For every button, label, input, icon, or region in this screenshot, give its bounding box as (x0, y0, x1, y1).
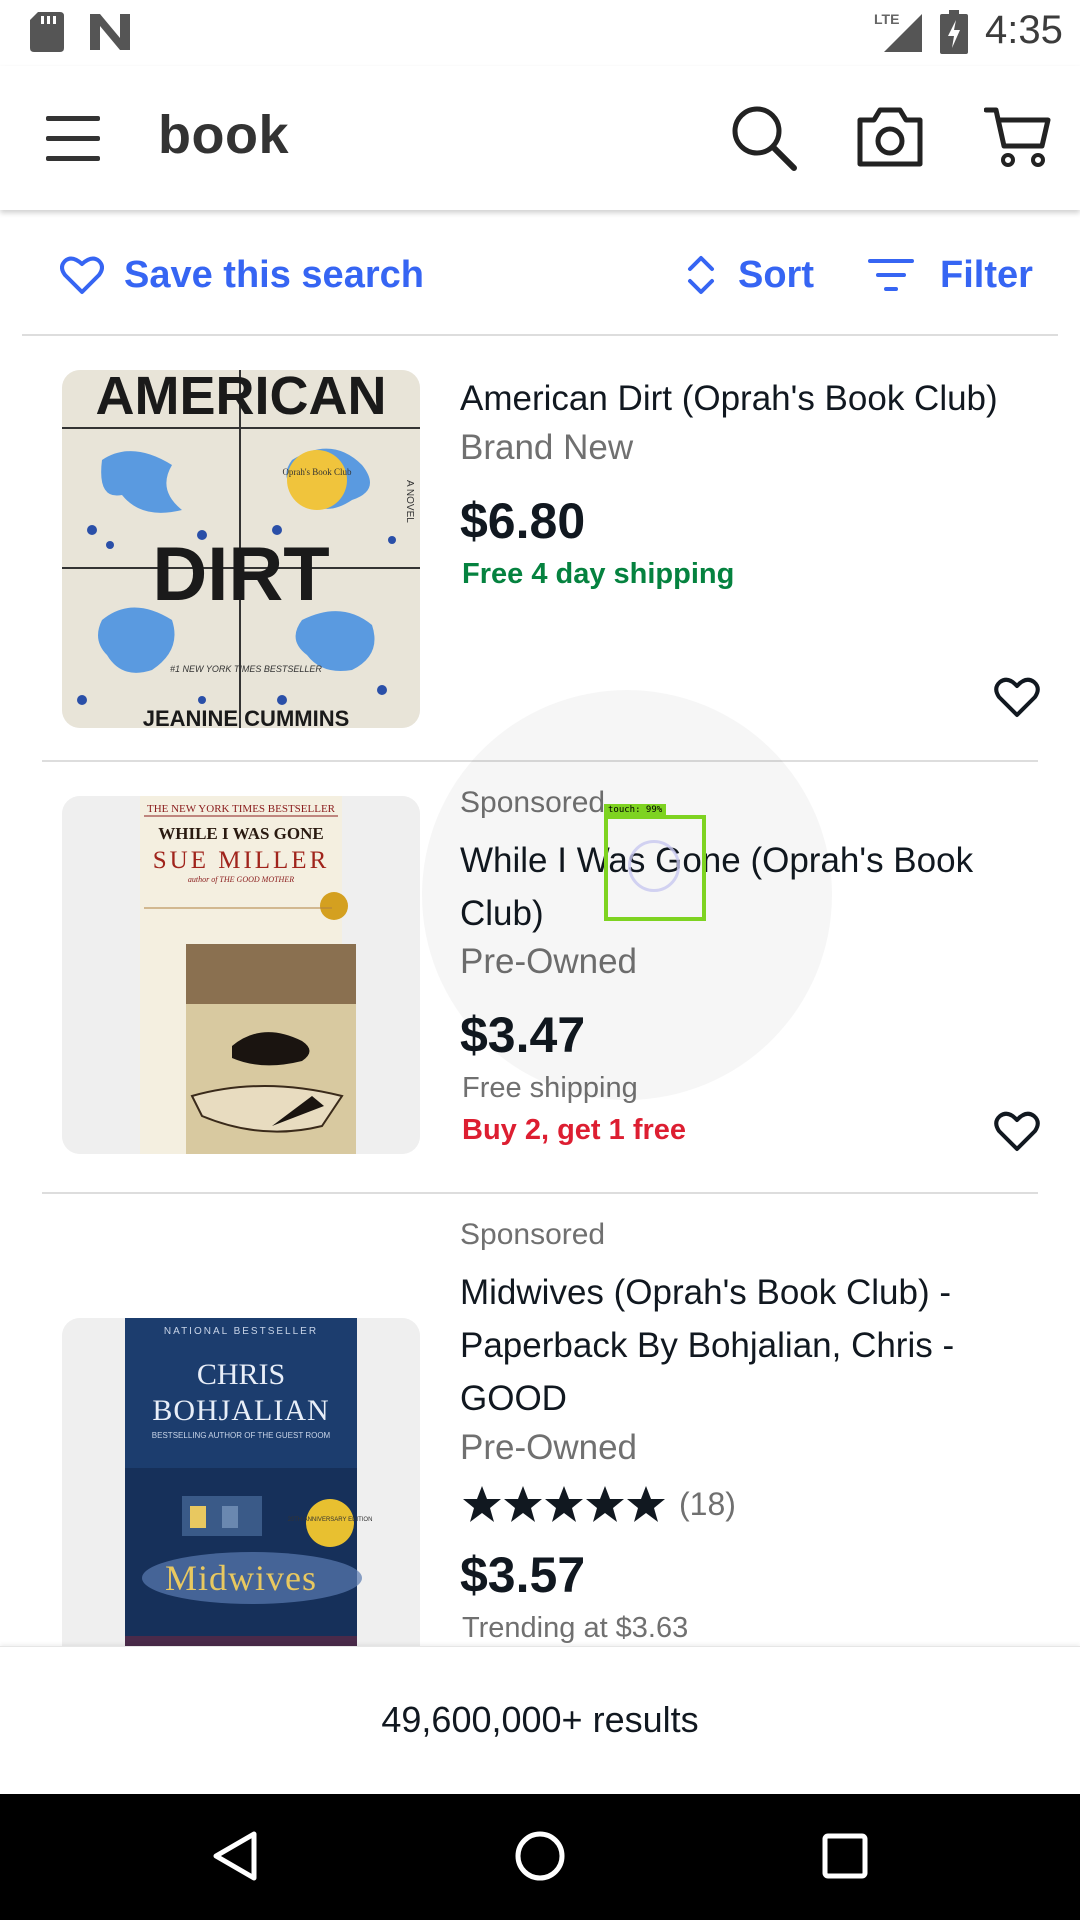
listing-title[interactable]: Midwives (Oprah's Book Club) - Paperback… (460, 1266, 1020, 1425)
sponsored-label: Sponsored (460, 1218, 606, 1251)
touch-label: touch: 99% (604, 804, 667, 817)
book-cover-midwives: NATIONAL BESTSELLER CHRIS BOHJALIAN BEST… (62, 1318, 420, 1646)
watch-heart-icon[interactable] (994, 676, 1040, 718)
star-icon (545, 1486, 583, 1522)
cover-side: A NOVEL (404, 480, 415, 523)
save-search-button[interactable]: Save this search (60, 250, 424, 300)
cover-sub: BESTSELLING AUTHOR OF THE GUEST ROOM (152, 1431, 331, 1440)
listing-promo: Buy 2, get 1 free (462, 1114, 687, 1146)
listing-image[interactable]: THE NEW YORK TIMES BESTSELLER WHILE I WA… (62, 796, 420, 1154)
results-count-bar: 49,600,000+ results (0, 1646, 1080, 1795)
cover-title: Midwives (165, 1558, 317, 1598)
battery-icon (940, 10, 968, 54)
cover-badge: Oprah's Book Club (282, 467, 352, 477)
results-count: 49,600,000+ results (381, 1699, 699, 1740)
touch-indicator (604, 815, 706, 921)
filter-button[interactable]: Filter (866, 250, 1033, 300)
cover-blurb: #1 NEW YORK TIMES BESTSELLER (170, 664, 322, 674)
app-bar: book (0, 66, 1080, 210)
star-icon (586, 1486, 624, 1522)
n-icon (90, 14, 130, 50)
back-icon[interactable] (212, 1830, 258, 1882)
star-icon (627, 1486, 665, 1522)
network-label: LTE (874, 11, 899, 27)
filter-label: Filter (940, 253, 1033, 296)
cover-author: SUE MILLER (153, 847, 330, 874)
cover-banner: NATIONAL BESTSELLER (164, 1326, 318, 1337)
camera-icon[interactable] (856, 106, 924, 168)
save-search-label: Save this search (124, 253, 424, 296)
cover-title-top: AMERICAN (96, 370, 387, 426)
listing-condition: Brand New (460, 428, 634, 467)
home-icon[interactable] (514, 1830, 566, 1882)
star-icon (504, 1486, 542, 1522)
cover-banner: THE NEW YORK TIMES BESTSELLER (147, 803, 336, 815)
listing-price: $3.57 (460, 1547, 586, 1603)
search-icon[interactable] (730, 104, 798, 172)
menu-icon[interactable] (44, 112, 102, 166)
listing-shipping: Free 4 day shipping (462, 558, 735, 590)
star-icon (463, 1486, 501, 1522)
cart-icon[interactable] (984, 104, 1052, 170)
sort-button[interactable]: Sort (686, 250, 814, 300)
filter-bar: Save this search Sort Filter (0, 210, 1080, 336)
search-query[interactable]: book (158, 104, 289, 166)
cover-title-bottom: DIRT (152, 532, 329, 617)
navigation-bar (0, 1794, 1080, 1920)
heart-icon (60, 256, 104, 294)
cover-badge: 20TH ANNIVERSARY EDITION (288, 1517, 373, 1523)
cover-sub: author of THE GOOD MOTHER (188, 875, 294, 884)
sort-label: Sort (738, 253, 814, 296)
status-bar: LTE 4:35 (0, 0, 1080, 66)
review-count[interactable]: (18) (679, 1486, 736, 1523)
listing-trending: Trending at $3.63 (462, 1612, 689, 1644)
listing-price: $6.80 (460, 493, 586, 549)
cover-author-last: BOHJALIAN (152, 1394, 329, 1427)
book-cover-while-i-was-gone: THE NEW YORK TIMES BESTSELLER WHILE I WA… (62, 796, 420, 1154)
cover-author-first: CHRIS (197, 1358, 285, 1391)
listing-item[interactable]: Oprah's Book Club AMERICAN DIRT #1 NEW Y… (0, 336, 1080, 762)
listing-image[interactable]: NATIONAL BESTSELLER CHRIS BOHJALIAN BEST… (62, 1318, 420, 1646)
star-rating: (18) (462, 1484, 736, 1524)
listing-item[interactable]: NATIONAL BESTSELLER CHRIS BOHJALIAN BEST… (0, 1194, 1080, 1646)
cover-title: WHILE I WAS GONE (158, 824, 323, 843)
listing-title[interactable]: American Dirt (Oprah's Book Club) (460, 372, 1040, 425)
listing-condition: Pre-Owned (460, 1428, 638, 1467)
clock: 4:35 (985, 8, 1063, 52)
listing-image[interactable]: Oprah's Book Club AMERICAN DIRT #1 NEW Y… (62, 370, 420, 728)
book-cover-american-dirt: Oprah's Book Club AMERICAN DIRT #1 NEW Y… (62, 370, 420, 728)
sd-card-icon (30, 12, 64, 52)
signal-icon: LTE (874, 11, 922, 52)
filter-icon (868, 259, 914, 291)
recents-icon[interactable] (822, 1833, 868, 1879)
watch-heart-icon[interactable] (994, 1110, 1040, 1152)
sort-icon (688, 256, 714, 294)
cover-author: JEANINE CUMMINS (143, 706, 350, 728)
